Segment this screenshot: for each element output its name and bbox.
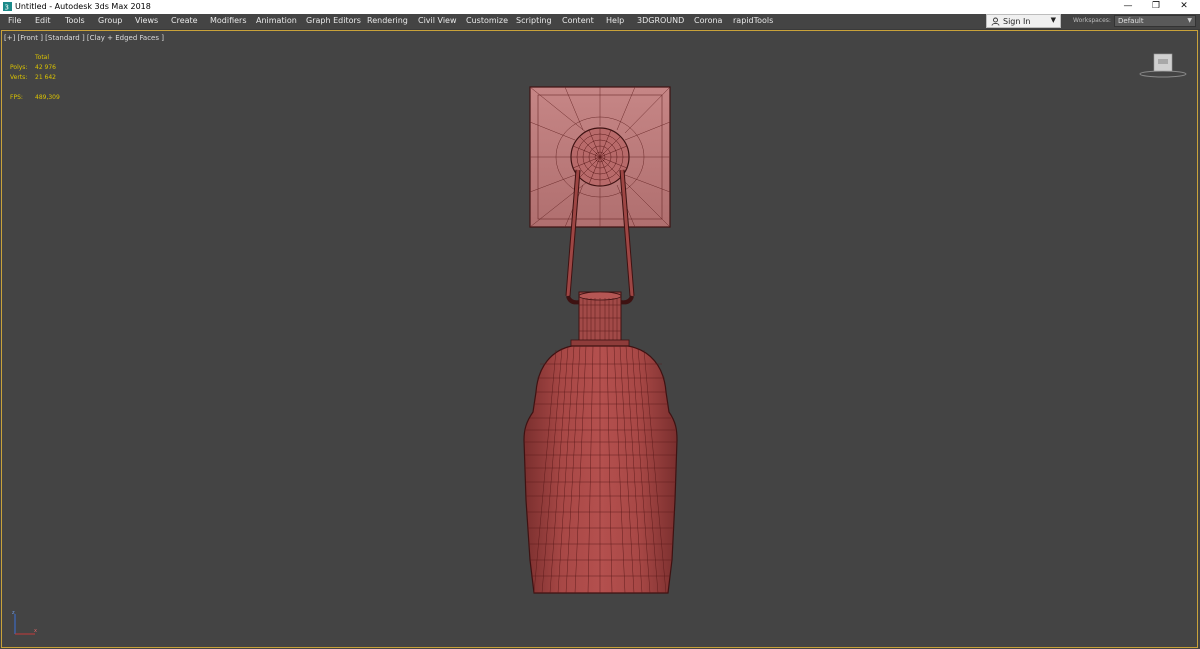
wall-plate	[529, 86, 671, 228]
bottle-body	[523, 345, 678, 594]
bottle-neck	[570, 291, 630, 347]
lamp-model[interactable]	[0, 0, 1200, 649]
